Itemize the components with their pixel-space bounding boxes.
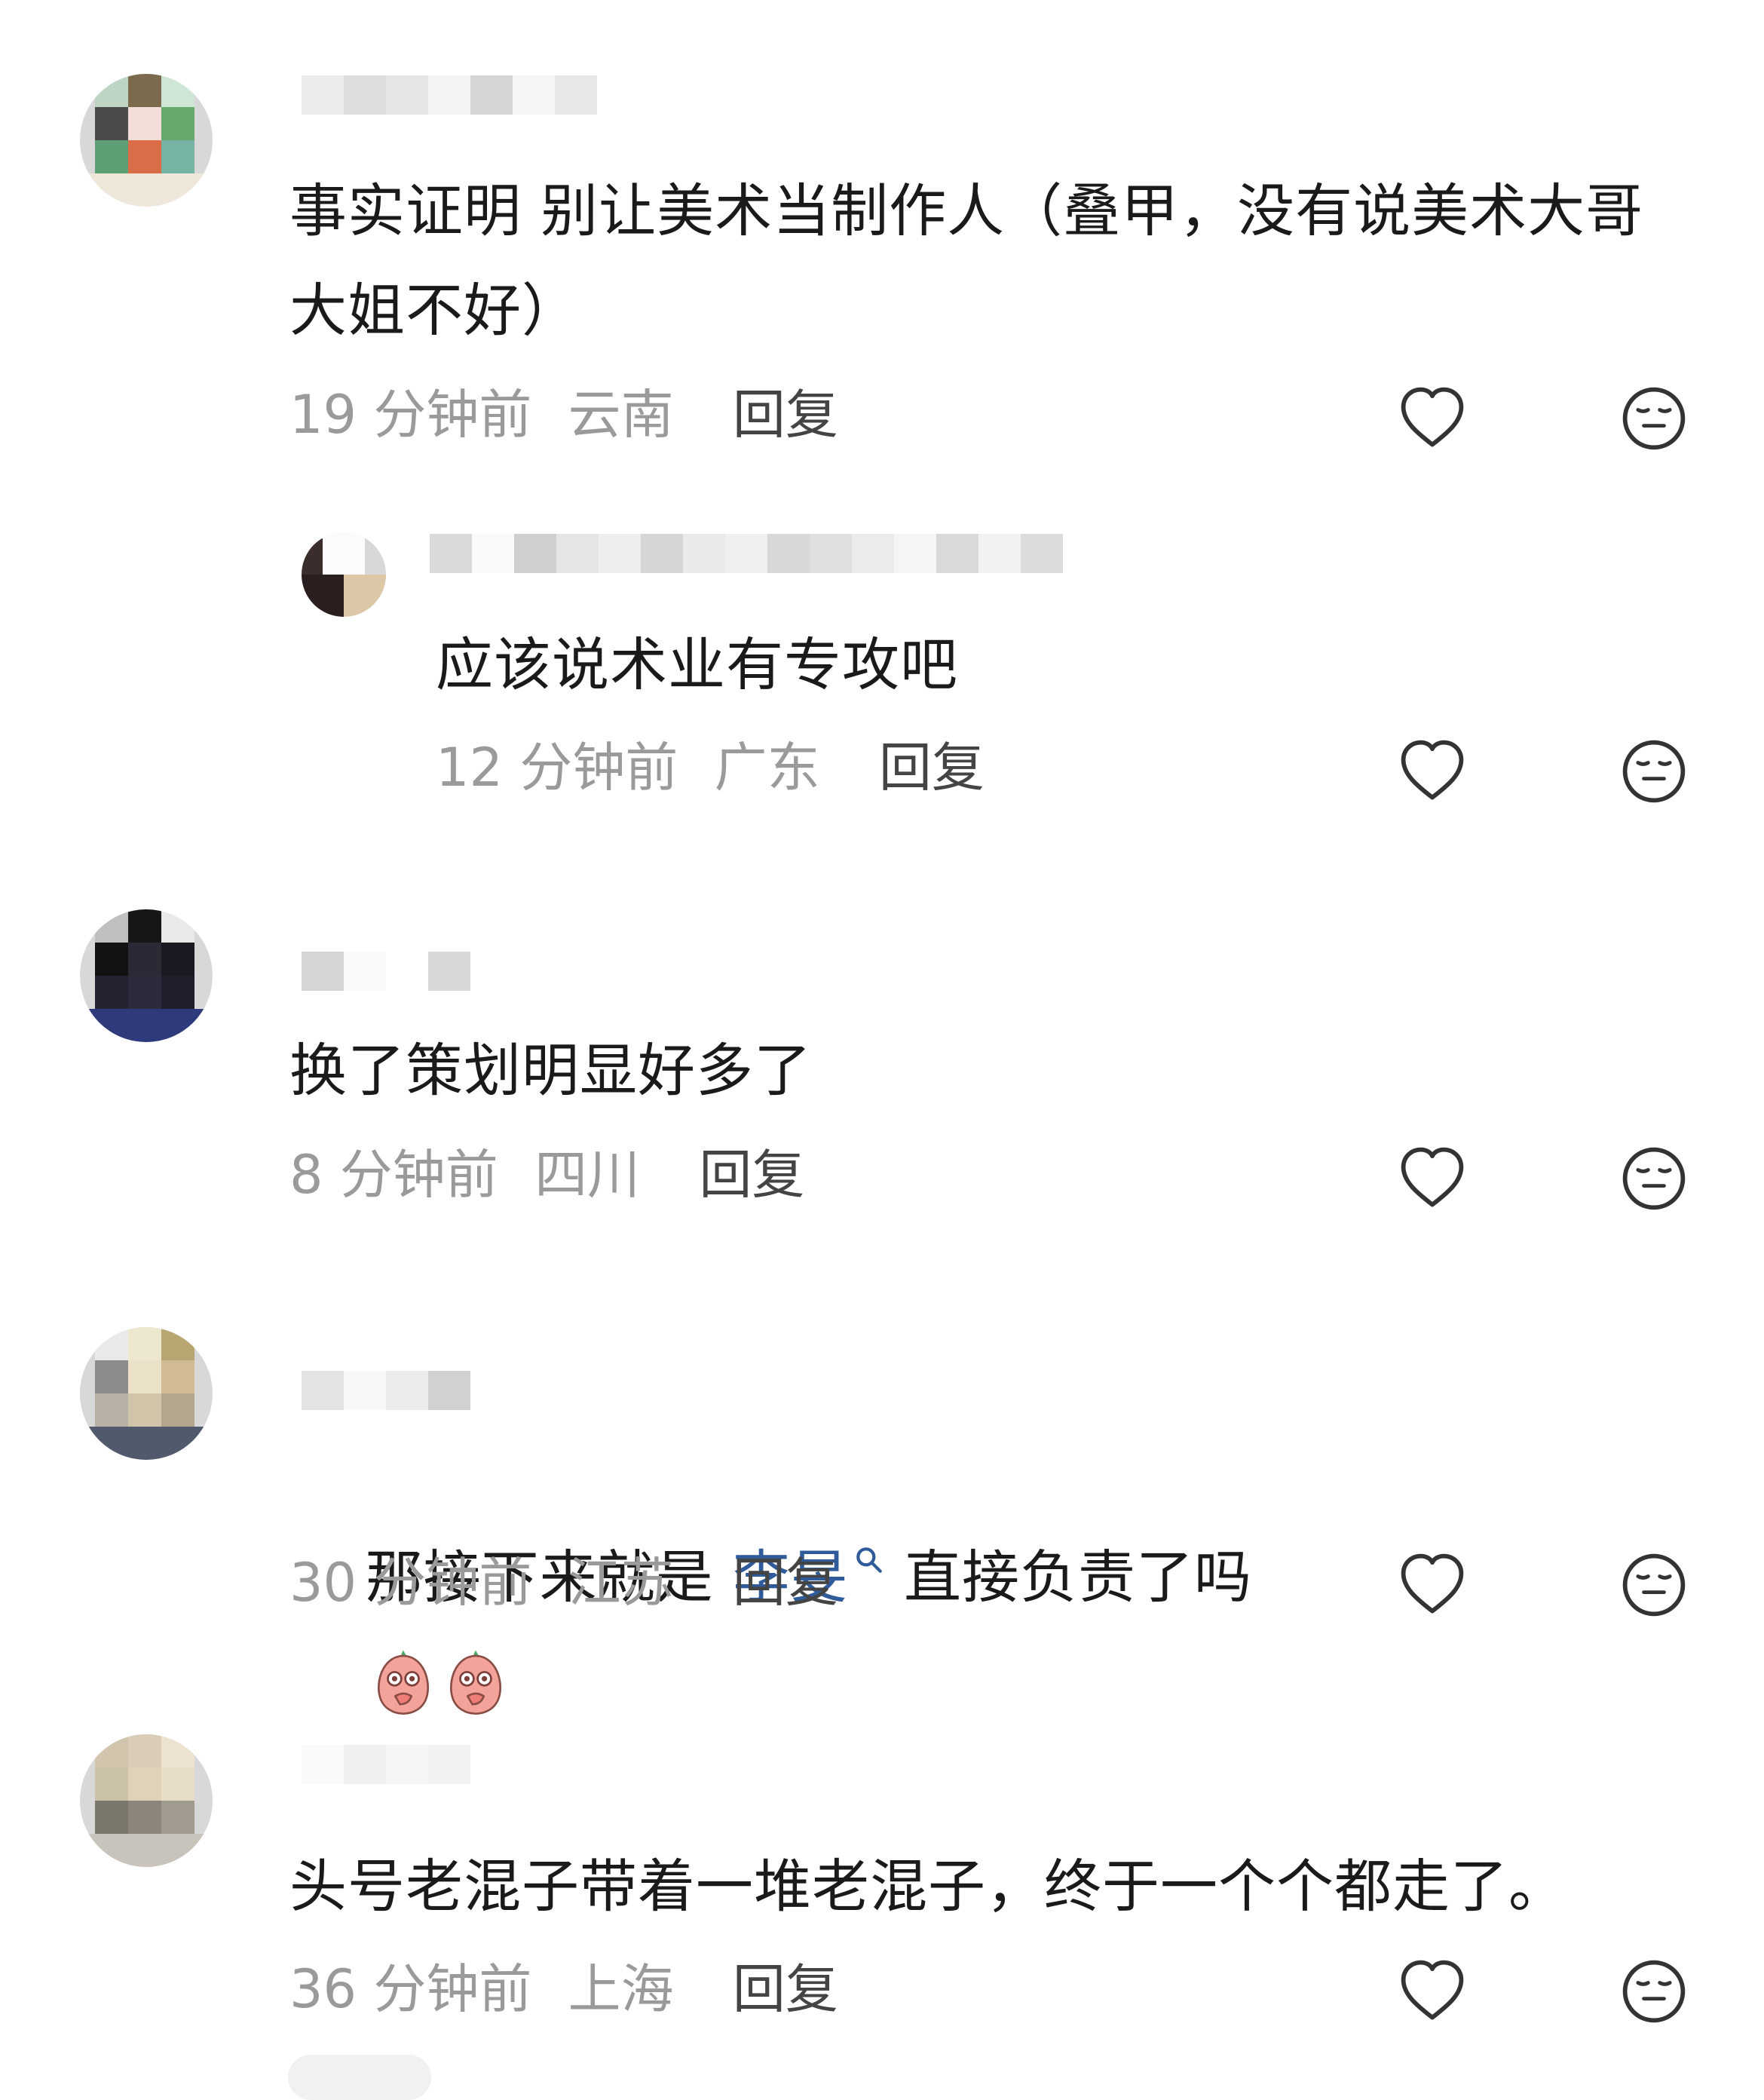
region: 云南	[568, 384, 674, 446]
peach-face-icon	[449, 1650, 501, 1715]
region: 上海	[568, 1958, 674, 2020]
timestamp: 19 分钟前	[289, 384, 532, 446]
region: 四川	[534, 1144, 641, 1206]
avatar[interactable]	[80, 74, 213, 207]
region: 江苏	[568, 1552, 674, 1614]
heart-icon[interactable]	[1396, 1955, 1468, 2028]
neutral-face-icon[interactable]	[1618, 382, 1690, 455]
username-mosaic[interactable]	[302, 1371, 470, 1410]
username-mosaic[interactable]	[302, 1745, 470, 1784]
comment-meta: 30 分钟前 江苏 回复	[289, 1549, 838, 1617]
reply-button[interactable]: 回复	[733, 1958, 838, 2020]
search-icon[interactable]	[853, 1544, 885, 1576]
avatar[interactable]	[302, 532, 386, 617]
comment-text-after: 直接负责了吗	[884, 1544, 1252, 1611]
heart-icon[interactable]	[1396, 735, 1468, 808]
avatar[interactable]	[80, 1327, 213, 1460]
heart-icon[interactable]	[1396, 1549, 1468, 1621]
heart-icon[interactable]	[1396, 382, 1468, 455]
timestamp: 12 分钟前	[436, 737, 678, 799]
comment-meta: 19 分钟前 云南 回复	[289, 381, 838, 449]
comment-meta: 12 分钟前 广东 回复	[436, 734, 985, 802]
reply-button[interactable]: 回复	[699, 1144, 804, 1206]
heart-icon[interactable]	[1396, 1142, 1468, 1215]
timestamp: 30 分钟前	[289, 1552, 532, 1614]
username-mosaic[interactable]	[302, 952, 470, 991]
username-mosaic[interactable]	[430, 534, 1063, 573]
partial-bottom-pill[interactable]	[288, 2055, 431, 2100]
comment-meta: 8 分钟前 四川 回复	[289, 1141, 804, 1209]
comment-text: 头号老混子带着一堆老混子，终于一个个都走了。	[289, 1853, 1566, 1920]
comment-text: 应该说术业有专攻吧	[436, 631, 958, 698]
avatar[interactable]	[80, 1734, 213, 1867]
comment-text: 换了策划明显好多了	[289, 1037, 812, 1104]
comment-meta: 36 分钟前 上海 回复	[289, 1955, 838, 2023]
reply-button[interactable]: 回复	[733, 1552, 838, 1614]
neutral-face-icon[interactable]	[1618, 1142, 1690, 1215]
username-mosaic[interactable]	[302, 75, 597, 115]
avatar[interactable]	[80, 909, 213, 1042]
reply-button[interactable]: 回复	[879, 737, 985, 799]
comment-text: 事实证明 别让美术当制作人（叠甲，没有说美术大哥大姐不好）	[289, 177, 1644, 344]
region: 广东	[714, 737, 820, 799]
comment-text: 那接下来就是 李旻 直接负责了吗	[289, 1428, 1692, 1826]
peach-face-icon	[377, 1650, 429, 1715]
reply-button[interactable]: 回复	[733, 384, 838, 446]
timestamp: 8 分钟前	[289, 1144, 498, 1206]
neutral-face-icon[interactable]	[1618, 1955, 1690, 2028]
timestamp: 36 分钟前	[289, 1958, 532, 2020]
neutral-face-icon[interactable]	[1618, 735, 1690, 808]
neutral-face-icon[interactable]	[1618, 1549, 1690, 1621]
